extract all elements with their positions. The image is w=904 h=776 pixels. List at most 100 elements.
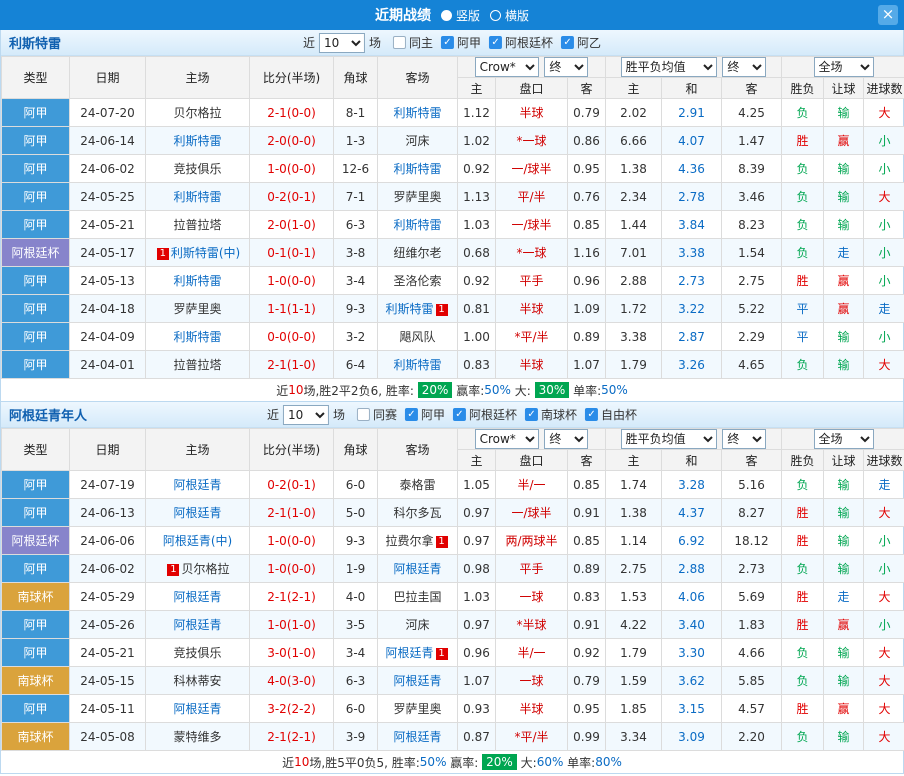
match-row: 阿甲 24-06-02 1 贝尔格拉 1-0(0-0) 1-9 阿根廷青 0.98 平手 0.89… bbox=[1, 554, 904, 583]
score-cell: 1-0(0-0) bbox=[249, 154, 334, 183]
result-handicap: 输 bbox=[823, 526, 865, 555]
team-name: 纽维尔老 bbox=[393, 246, 442, 260]
league-filter[interactable]: ✓ 阿乙 bbox=[561, 34, 601, 51]
result-handicap: 输 bbox=[823, 554, 865, 583]
checkbox-unchecked-icon[interactable] bbox=[356, 408, 370, 421]
league-badge-cell: 阿甲 bbox=[1, 610, 70, 639]
league-badge-cell: 阿根廷杯 bbox=[1, 526, 70, 555]
checkbox-unchecked-icon[interactable] bbox=[392, 36, 406, 49]
eu-draw-odds: 4.37 bbox=[661, 498, 722, 527]
summary-segment: 大: bbox=[516, 755, 537, 770]
score-cell: 2-1(2-1) bbox=[249, 582, 334, 611]
asia-away-odds: 0.83 bbox=[567, 582, 606, 611]
home-team-cell: 拉普拉塔 bbox=[145, 350, 250, 379]
close-button[interactable]: × bbox=[878, 5, 898, 25]
home-team-cell: 科林蒂安 bbox=[145, 666, 250, 695]
match-row: 南球杯 24-05-08 蒙特维多 2-1(2-1) 3-9 阿根廷青 0.87 *平/半 0.… bbox=[1, 722, 904, 751]
home-team-cell: 阿根廷青 bbox=[145, 610, 250, 639]
radio-selected-icon[interactable] bbox=[440, 9, 452, 21]
match-date: 24-06-13 bbox=[69, 498, 146, 527]
checkbox-checked-icon[interactable]: ✓ bbox=[404, 408, 418, 421]
result-winlose: 负 bbox=[781, 182, 825, 211]
checkbox-checked-icon[interactable]: ✓ bbox=[489, 36, 503, 49]
league-badge-cell: 阿甲 bbox=[1, 694, 70, 723]
asia-handicap: 一/球半 bbox=[495, 498, 568, 527]
team-name: 罗萨里奥 bbox=[393, 190, 442, 204]
col-eu-draw: 和 bbox=[661, 449, 722, 471]
eu-draw-odds: 3.38 bbox=[661, 238, 722, 267]
team-name: 阿根廷青 bbox=[173, 590, 222, 604]
bookmaker-select[interactable]: Crow* bbox=[474, 57, 539, 77]
result-goals: 小 bbox=[863, 554, 904, 583]
result-goals: 小 bbox=[863, 526, 904, 555]
bookmaker-select[interactable]: Crow* bbox=[474, 429, 539, 449]
scope-select[interactable]: 全场 bbox=[813, 429, 874, 449]
corner-cell: 6-0 bbox=[333, 470, 378, 499]
league-filter[interactable]: 同主 bbox=[392, 34, 433, 51]
horizontal-layout-radio[interactable]: 横版 bbox=[490, 7, 529, 24]
asia-stage-select[interactable]: 终 bbox=[544, 429, 589, 449]
eu-home-odds: 3.34 bbox=[605, 722, 662, 751]
home-team-cell: 阿根廷青(中) bbox=[145, 526, 250, 555]
team-name: 泰格雷 bbox=[399, 478, 436, 492]
team-name: 竞技俱乐 bbox=[173, 162, 222, 176]
league-filter[interactable]: ✓ 阿根廷杯 bbox=[489, 34, 553, 51]
eu-avg-select[interactable]: 胜平负均值 bbox=[620, 57, 717, 77]
checkbox-checked-icon[interactable]: ✓ bbox=[525, 408, 539, 421]
col-type: 类型 bbox=[1, 428, 70, 471]
vertical-layout-radio[interactable]: 竖版 bbox=[440, 7, 480, 24]
league-filter[interactable]: ✓ 阿甲 bbox=[441, 34, 481, 51]
games-count-select[interactable]: 10 bbox=[282, 404, 329, 425]
summary-segment: 30% bbox=[534, 382, 570, 398]
asia-away-odds: 0.85 bbox=[567, 470, 606, 499]
card-badge-icon: 1 bbox=[156, 247, 169, 260]
filter-label: 阿根廷杯 bbox=[505, 36, 554, 50]
card-badge-icon: 1 bbox=[435, 535, 448, 548]
team-name: 利斯特雷 bbox=[173, 274, 222, 288]
result-scope-header: 全场 bbox=[781, 428, 904, 450]
result-goals: 大 bbox=[863, 694, 904, 723]
league-filter[interactable]: ✓ 阿甲 bbox=[404, 406, 446, 423]
filter-label: 阿乙 bbox=[577, 36, 602, 50]
asia-away-odds: 0.76 bbox=[567, 182, 606, 211]
corner-cell: 3-4 bbox=[333, 266, 378, 295]
summary-segment: 场,胜5平0负5, 胜率: bbox=[309, 755, 420, 770]
games-count-select[interactable]: 10 bbox=[318, 32, 365, 53]
asia-stage-select[interactable]: 终 bbox=[544, 57, 589, 77]
asia-handicap: *半球 bbox=[495, 610, 568, 639]
eu-home-odds: 2.34 bbox=[605, 182, 662, 211]
scope-select[interactable]: 全场 bbox=[813, 57, 874, 77]
result-goals: 小 bbox=[863, 322, 904, 351]
away-team-cell: 科尔多瓦 bbox=[377, 498, 458, 527]
radio-unselected-icon[interactable] bbox=[490, 9, 501, 21]
eu-draw-odds: 3.22 bbox=[661, 294, 722, 323]
asia-home-odds: 0.97 bbox=[457, 498, 496, 527]
result-winlose: 胜 bbox=[781, 526, 825, 555]
eu-draw-odds: 3.30 bbox=[661, 638, 722, 667]
filter-label: 阿甲 bbox=[420, 408, 446, 422]
col-corner: 角球 bbox=[333, 428, 378, 471]
asia-away-odds: 0.85 bbox=[567, 210, 606, 239]
match-date: 24-06-06 bbox=[69, 526, 146, 555]
league-filter[interactable]: 同赛 bbox=[356, 406, 397, 423]
checkbox-checked-icon[interactable]: ✓ bbox=[441, 36, 454, 49]
checkbox-checked-icon[interactable]: ✓ bbox=[585, 408, 599, 421]
eu-stage-select[interactable]: 终 bbox=[722, 57, 767, 77]
eu-avg-select[interactable]: 胜平负均值 bbox=[620, 429, 717, 449]
checkbox-checked-icon[interactable]: ✓ bbox=[561, 36, 575, 49]
league-filter[interactable]: ✓ 自由杯 bbox=[585, 406, 637, 423]
away-team-cell: 阿根廷青 1 bbox=[377, 638, 458, 667]
eu-away-odds: 2.29 bbox=[720, 322, 783, 351]
league-filter[interactable]: ✓ 南球杯 bbox=[525, 406, 577, 423]
result-winlose: 负 bbox=[781, 722, 825, 751]
asia-home-odds: 0.97 bbox=[457, 610, 496, 639]
result-handicap: 赢 bbox=[823, 694, 865, 723]
team-name: 利斯特雷 bbox=[173, 134, 222, 148]
eu-stage-select[interactable]: 终 bbox=[722, 429, 767, 449]
col-letgoal: 让球 bbox=[823, 77, 865, 99]
eu-away-odds: 3.46 bbox=[720, 182, 783, 211]
team-name: 科尔多瓦 bbox=[393, 506, 442, 520]
checkbox-checked-icon[interactable]: ✓ bbox=[453, 408, 467, 421]
league-filter[interactable]: ✓ 阿根廷杯 bbox=[453, 406, 517, 423]
eu-home-odds: 2.02 bbox=[605, 98, 662, 127]
